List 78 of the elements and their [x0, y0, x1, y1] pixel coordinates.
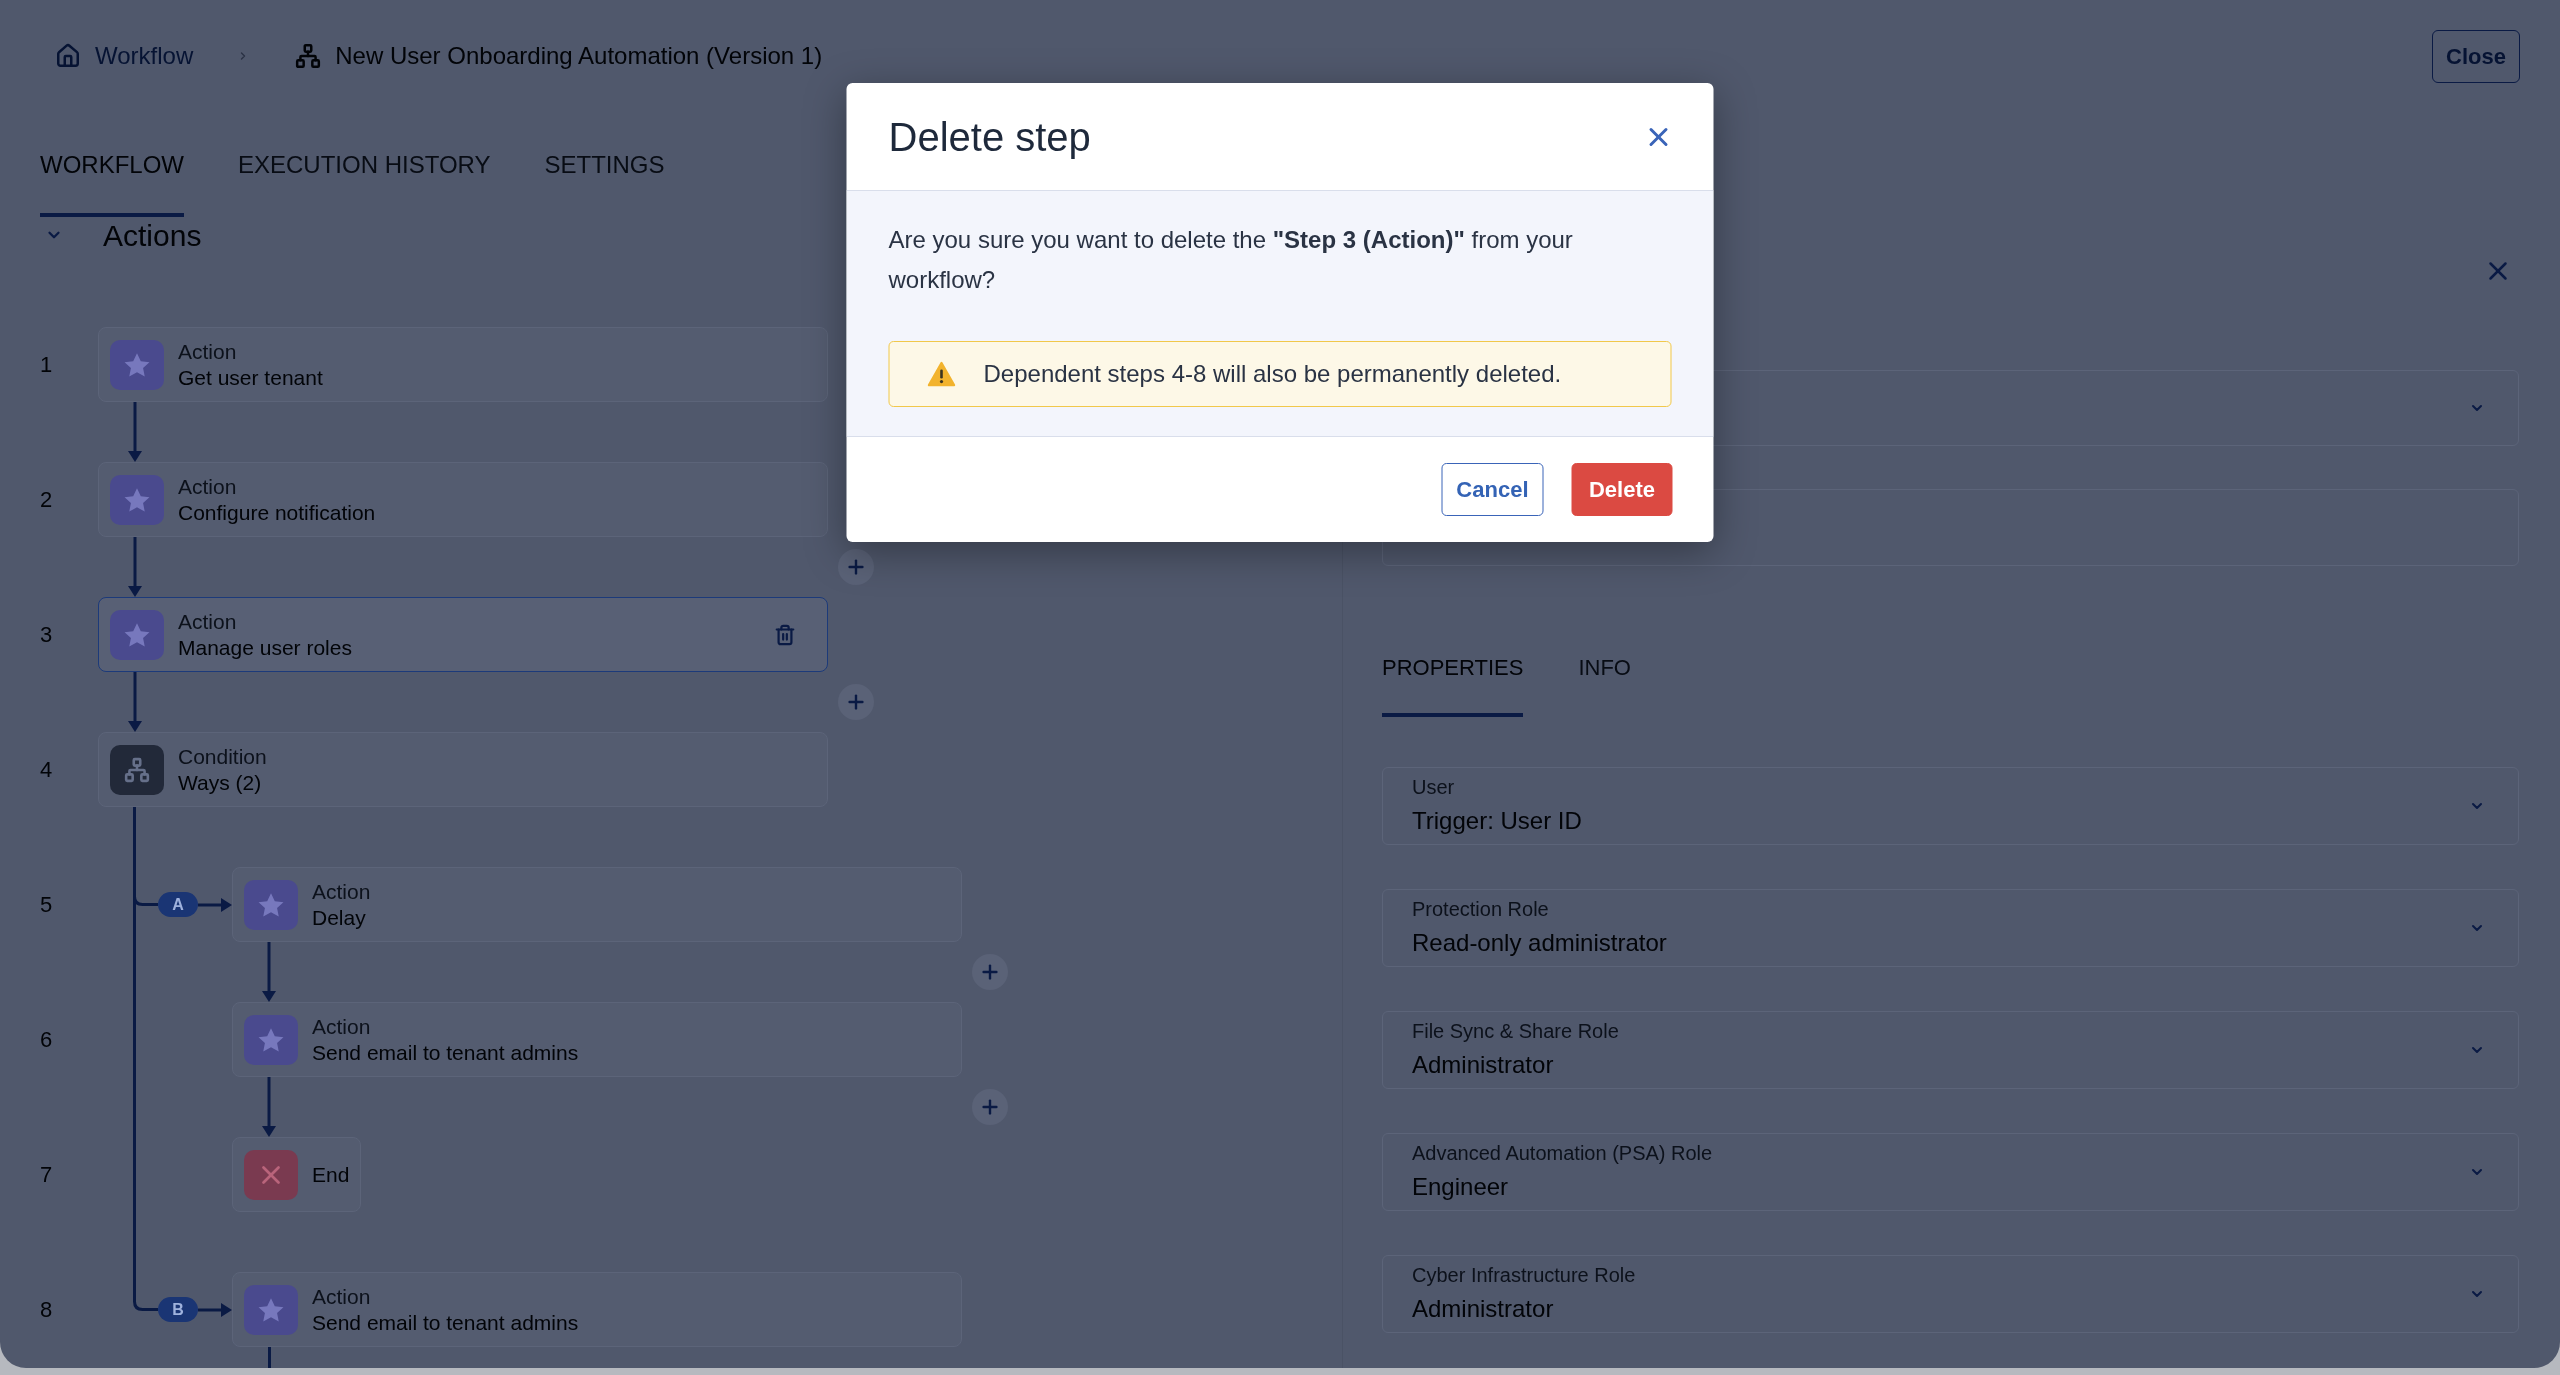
step-type: Action	[178, 338, 238, 365]
step-number: 5	[40, 891, 53, 919]
breadcrumb-link[interactable]: Workflow	[55, 38, 194, 74]
add-step-button[interactable]	[838, 684, 874, 720]
step-number: 4	[40, 756, 53, 784]
step-title: Configure notification	[178, 499, 376, 526]
field-label: User	[1412, 776, 1456, 798]
add-step-button[interactable]	[838, 549, 874, 585]
warning-message: Dependent steps 4-8 will also be permanently deleted.	[983, 359, 1562, 389]
step-card[interactable]: Action Send email to tenant admins	[232, 1002, 962, 1077]
dropdown-field[interactable]: Advanced Automation (PSA) Role Engineer	[1382, 1133, 2519, 1211]
tab[interactable]: SETTINGS	[544, 140, 665, 217]
cross-icon	[244, 1149, 298, 1200]
step-number: 3	[40, 621, 53, 649]
step-card[interactable]: Action Send email to tenant admins	[232, 1272, 962, 1347]
warning-icon	[927, 361, 956, 387]
dropdown-field[interactable]: Protection Role Read-only administrator	[1382, 889, 2519, 967]
dropdown-field[interactable]: User Trigger: User ID	[1382, 767, 2519, 845]
step-type: Action	[178, 473, 238, 500]
step-title: Manage user roles	[178, 634, 352, 661]
connector-arrow	[262, 1077, 276, 1137]
page-title: New User Onboarding Automation (Version 1)	[335, 41, 823, 71]
field-value: Engineer	[1412, 1172, 1510, 1202]
house-icon	[55, 43, 81, 69]
step-title: Delay	[312, 904, 367, 931]
step-title: Get user tenant	[178, 364, 323, 391]
close-button[interactable]: Close	[2432, 29, 2520, 83]
tab[interactable]: WORKFLOW	[40, 140, 184, 217]
step-type: Action	[178, 608, 238, 635]
step-type: Action	[312, 1283, 372, 1310]
delete-button[interactable]: Delete	[1571, 463, 1673, 516]
dialog-title: Delete step	[888, 113, 1091, 161]
connector-arrow	[128, 672, 142, 732]
field-value: Read-only administrator	[1412, 928, 1668, 958]
step-card[interactable]: End	[232, 1137, 362, 1212]
tab[interactable]: PROPERTIES	[1382, 643, 1524, 717]
branch-label: A	[158, 892, 198, 917]
step-card[interactable]: Action Get user tenant	[98, 327, 828, 402]
connector-arrow	[128, 402, 142, 462]
step-type: Action	[312, 1013, 372, 1040]
step-title: Send email to tenant admins	[312, 1309, 579, 1336]
step-number: 1	[40, 351, 53, 379]
step-number: 6	[40, 1026, 53, 1054]
step-number: 7	[40, 1161, 53, 1189]
sitemap-icon	[110, 744, 164, 795]
connector-arrow	[198, 1302, 232, 1317]
connector-arrow	[262, 942, 276, 1002]
step-title: End	[312, 1161, 350, 1188]
step-card[interactable]: Action Delay	[232, 867, 962, 942]
cancel-button[interactable]: Cancel	[1441, 463, 1544, 516]
add-step-button[interactable]	[972, 1089, 1008, 1125]
step-card[interactable]: Condition Ways (2)	[98, 732, 828, 807]
section-toggle[interactable]: Actions	[0, 217, 202, 253]
connector-arrow	[128, 537, 142, 597]
dialog-message: Are you sure you want to delete the "Step 3 (Action)" from your workflow?	[888, 225, 1574, 295]
field-label: Advanced Automation (PSA) Role	[1412, 1142, 1714, 1164]
field-value: Administrator	[1412, 1294, 1555, 1324]
add-step-button[interactable]	[972, 954, 1008, 990]
tab[interactable]: EXECUTION HISTORY	[238, 140, 491, 217]
field-label: Cyber Infrastructure Role	[1412, 1264, 1637, 1286]
field-value: Administrator	[1412, 1050, 1555, 1080]
connector-arrow	[198, 897, 232, 912]
step-number: 8	[40, 1296, 53, 1324]
step-type: Action	[312, 878, 371, 905]
sitemap-icon	[295, 43, 322, 69]
field-label: File Sync & Share Role	[1412, 1020, 1620, 1042]
field-label: Protection Role	[1412, 898, 1550, 920]
dropdown-field[interactable]: File Sync & Share Role Administrator	[1382, 1011, 2519, 1089]
step-title: Ways (2)	[178, 769, 263, 796]
step-card[interactable]: Action Configure notification	[98, 462, 828, 537]
branch-label: B	[158, 1297, 198, 1322]
step-type: Condition	[178, 743, 267, 770]
step-card[interactable]: Action Manage user roles	[98, 597, 828, 672]
step-title: Send email to tenant admins	[312, 1039, 579, 1066]
dropdown-field[interactable]: Cyber Infrastructure Role Administrator	[1382, 1255, 2519, 1333]
field-value: Trigger: User ID	[1412, 806, 1583, 836]
step-number: 2	[40, 486, 53, 514]
tab[interactable]: INFO	[1578, 643, 1631, 717]
